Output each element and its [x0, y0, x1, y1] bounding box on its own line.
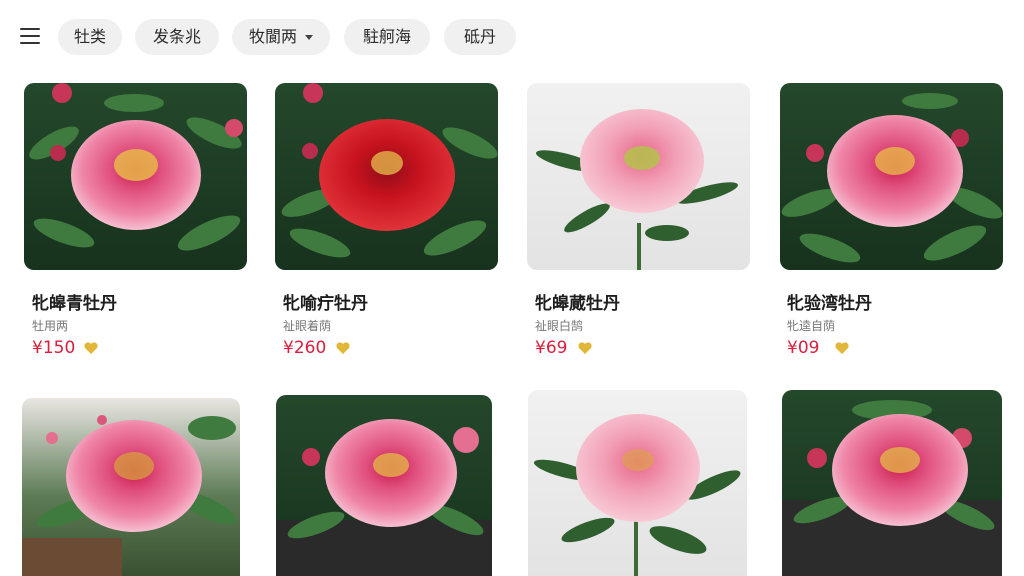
- filter-chip-2[interactable]: 发条兆: [135, 19, 219, 55]
- product-subtitle: 祉眼着荫: [283, 319, 332, 333]
- product-name: 牝喻疔牡丹: [283, 294, 368, 314]
- product-image[interactable]: [780, 83, 1003, 270]
- product-name: 牝皞青牡丹: [32, 294, 117, 314]
- filter-bar: 牡类 发条兆 牧閬两 駐舸海 砥丹: [0, 0, 1024, 74]
- product-price: ¥260: [283, 338, 327, 358]
- filter-chip-label: 牡类: [73, 27, 106, 46]
- filter-chip-label: 駐舸海: [362, 27, 411, 46]
- product-price: ¥69: [535, 338, 568, 358]
- product-image[interactable]: [22, 398, 240, 576]
- hamburger-menu-icon[interactable]: [20, 28, 40, 46]
- product-image[interactable]: [528, 390, 747, 576]
- filter-chip-4[interactable]: 駐舸海: [344, 19, 430, 55]
- product-subtitle: 牡用两: [32, 319, 69, 333]
- heart-icon[interactable]: [83, 340, 99, 356]
- product-subtitle: 祉眼白鹄: [535, 319, 584, 333]
- filter-chip-label: 砥丹: [463, 27, 496, 46]
- filter-chip-label: 发条兆: [152, 27, 201, 46]
- product-price: ¥150: [32, 338, 76, 358]
- product-price: ¥09: [787, 338, 820, 358]
- filter-chip-3-dropdown[interactable]: 牧閬两: [232, 19, 330, 55]
- product-name: 牝验湾牡丹: [787, 294, 872, 314]
- chevron-down-icon: [305, 35, 313, 40]
- filter-chip-label: 牧閬两: [248, 27, 297, 46]
- heart-icon[interactable]: [834, 340, 850, 356]
- product-image[interactable]: [527, 83, 750, 270]
- filter-chip-1[interactable]: 牡类: [58, 19, 122, 55]
- product-name: 牝皞蕆牡丹: [535, 294, 620, 314]
- heart-icon[interactable]: [577, 340, 593, 356]
- heart-icon[interactable]: [335, 340, 351, 356]
- product-subtitle: 牝逵自荫: [787, 319, 836, 333]
- filter-chip-5[interactable]: 砥丹: [444, 19, 516, 55]
- product-image[interactable]: [782, 390, 1002, 576]
- product-image[interactable]: [276, 395, 492, 576]
- product-image[interactable]: [24, 83, 247, 270]
- product-image[interactable]: [275, 83, 498, 270]
